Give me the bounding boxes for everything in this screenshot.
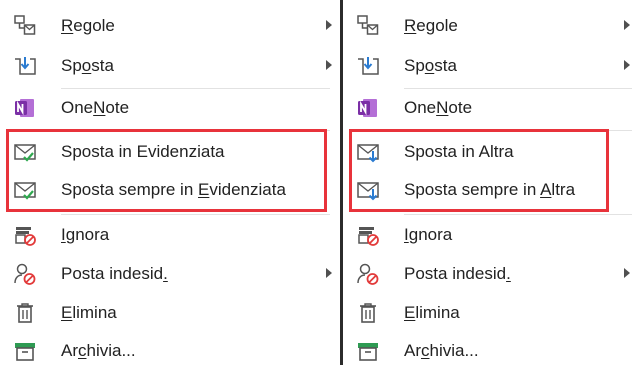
ignore-icon (12, 223, 38, 247)
rules-icon (12, 14, 38, 38)
menu-item-label: Regole (404, 16, 458, 35)
menu-item-ignore[interactable]: Ignora (343, 217, 642, 253)
context-menu-right: Regole Sposta OneNote Sposta in Altra Sp… (343, 0, 642, 365)
junk-icon (355, 262, 381, 286)
trash-icon (355, 301, 381, 325)
menu-separator (404, 88, 632, 89)
submenu-arrow-icon (624, 268, 630, 278)
menu-item-rules[interactable]: Regole (0, 8, 340, 44)
menu-item-label: Sposta (404, 56, 457, 75)
context-menu-left: Regole Sposta OneNote Sposta in Evidenzi… (0, 0, 340, 365)
menu-item-label: Regole (61, 16, 115, 35)
menu-separator (61, 88, 330, 89)
menu-item-archive[interactable]: Archivia... (0, 333, 340, 369)
menu-item-ignore[interactable]: Ignora (0, 217, 340, 253)
menu-separator (61, 214, 330, 215)
menu-item-label: Archivia... (404, 341, 479, 360)
menu-item-junk[interactable]: Posta indesid. (0, 256, 340, 292)
submenu-arrow-icon (624, 20, 630, 30)
trash-icon (12, 301, 38, 325)
submenu-arrow-icon (624, 60, 630, 70)
menu-item-label: Elimina (61, 303, 117, 322)
menu-item-onenote[interactable]: OneNote (343, 90, 642, 126)
archive-icon (12, 339, 38, 363)
menu-item-move[interactable]: Sposta (343, 48, 642, 84)
menu-item-label: Elimina (404, 303, 460, 322)
menu-separator (404, 214, 632, 215)
menu-item-label: OneNote (404, 98, 473, 117)
menu-item-junk[interactable]: Posta indesid. (343, 256, 642, 292)
junk-icon (12, 262, 38, 286)
menu-item-label: Posta indesid. (61, 264, 168, 283)
menu-item-rules[interactable]: Regole (343, 8, 642, 44)
menu-item-onenote[interactable]: OneNote (0, 90, 340, 126)
submenu-arrow-icon (326, 60, 332, 70)
menu-item-delete[interactable]: Elimina (0, 295, 340, 331)
menu-item-label: Archivia... (61, 341, 136, 360)
move-icon (12, 54, 38, 78)
menu-item-move[interactable]: Sposta (0, 48, 340, 84)
menu-item-delete[interactable]: Elimina (343, 295, 642, 331)
highlight-box (6, 129, 327, 212)
submenu-arrow-icon (326, 268, 332, 278)
onenote-icon (355, 96, 381, 120)
menu-item-label: Ignora (404, 225, 453, 244)
move-icon (355, 54, 381, 78)
ignore-icon (355, 223, 381, 247)
menu-item-archive[interactable]: Archivia... (343, 333, 642, 369)
menu-item-label: Posta indesid. (404, 264, 511, 283)
highlight-box (349, 129, 609, 212)
menu-item-label: OneNote (61, 98, 130, 117)
rules-icon (355, 14, 381, 38)
onenote-icon (12, 96, 38, 120)
archive-icon (355, 339, 381, 363)
menu-item-label: Sposta (61, 56, 114, 75)
menu-item-label: Ignora (61, 225, 110, 244)
submenu-arrow-icon (326, 20, 332, 30)
